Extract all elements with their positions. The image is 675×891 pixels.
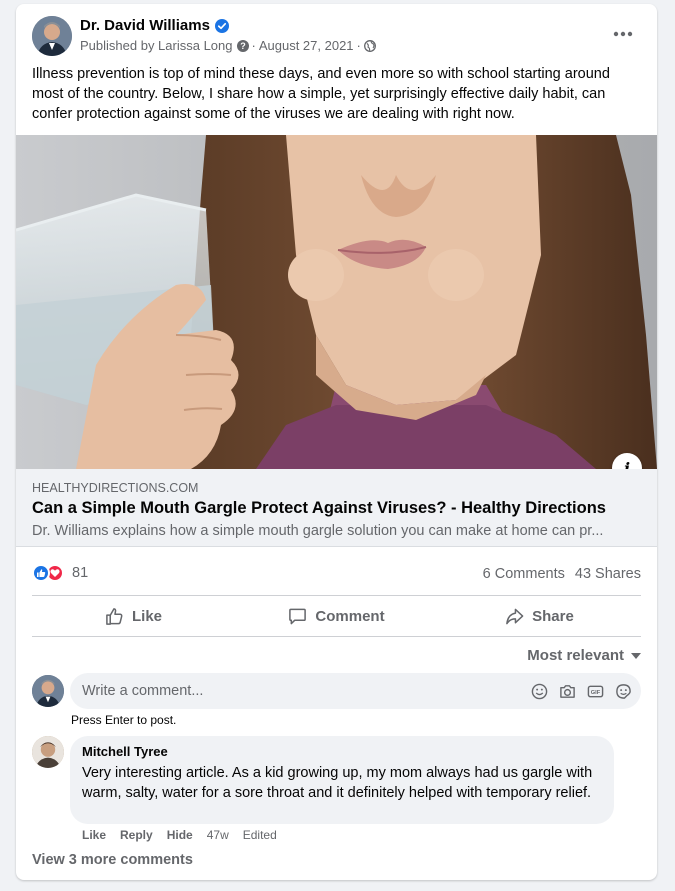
author-name[interactable]: Dr. David Williams: [80, 17, 229, 34]
user-avatar[interactable]: [32, 675, 64, 707]
share-button[interactable]: Share: [438, 596, 641, 636]
comment-text: Very interesting article. As a kid growi…: [82, 765, 593, 801]
share-count[interactable]: 43 Shares: [575, 566, 641, 582]
comment-like-link[interactable]: Like: [82, 828, 106, 842]
share-icon: [506, 608, 524, 624]
privacy-globe-icon[interactable]: [363, 39, 376, 52]
comment-sort-dropdown[interactable]: Most relevant: [527, 647, 641, 664]
engagement-counts: 6 Comments 43 Shares: [483, 566, 641, 582]
camera-icon[interactable]: [557, 681, 577, 701]
thumbs-up-icon: [106, 607, 123, 625]
author-avatar[interactable]: [32, 16, 72, 56]
link-domain: HEALTHYDIRECTIONS.COM: [32, 481, 199, 495]
help-icon[interactable]: ?: [236, 39, 249, 52]
meta-separator: ·: [251, 38, 256, 53]
comment-hide-link[interactable]: Hide: [167, 828, 193, 842]
link-preview[interactable]: HEALTHYDIRECTIONS.COM Can a Simple Mouth…: [16, 469, 657, 547]
like-label: Like: [131, 607, 162, 625]
commenter-name[interactable]: Mitchell Tyree: [82, 744, 602, 759]
svg-text:GIF: GIF: [590, 689, 600, 695]
comment-actions: Like Reply Hide 47w Edited: [82, 828, 291, 842]
verified-badge-icon: [214, 18, 229, 33]
link-description: Dr. Williams explains how a simple mouth…: [32, 523, 604, 539]
post-meta: Published by Larissa Long ? · August 27,…: [80, 38, 376, 53]
emoji-icon[interactable]: [529, 681, 549, 701]
meta-separator: ·: [356, 38, 361, 53]
comment-bubble: Mitchell Tyree Very interesting article.…: [70, 736, 614, 824]
share-label: Share: [532, 607, 574, 625]
published-by: Published by Larissa Long: [80, 38, 233, 53]
post-text: Illness prevention is top of mind these …: [32, 66, 610, 122]
composer-tools: GIF: [521, 681, 633, 701]
view-more-comments-link[interactable]: View 3 more comments: [32, 852, 193, 868]
gif-icon[interactable]: GIF: [585, 681, 605, 701]
commenter-avatar[interactable]: [32, 736, 64, 768]
post-header: Dr. David Williams Published by Larissa …: [32, 16, 641, 58]
more-options-icon[interactable]: [605, 22, 641, 46]
comment-input[interactable]: Write a comment... GIF: [70, 673, 641, 709]
comment-icon: [289, 608, 307, 624]
reactions-summary[interactable]: 81: [32, 564, 88, 582]
link-preview-image[interactable]: [16, 135, 657, 469]
chevron-down-icon: [631, 652, 641, 659]
author-name-text[interactable]: Dr. David Williams: [80, 17, 210, 34]
post-card: Dr. David Williams Published by Larissa …: [16, 4, 657, 880]
link-title[interactable]: Can a Simple Mouth Gargle Protect Agains…: [32, 499, 606, 518]
post-stats: 81 6 Comments 43 Shares: [32, 562, 641, 586]
like-button[interactable]: Like: [32, 596, 235, 636]
sticker-icon[interactable]: [613, 681, 633, 701]
svg-text:?: ?: [240, 41, 246, 51]
comment-button[interactable]: Comment: [235, 596, 438, 636]
comment-age[interactable]: 47w: [207, 828, 229, 842]
post-date[interactable]: August 27, 2021: [259, 38, 354, 53]
comment-reply-link[interactable]: Reply: [120, 828, 153, 842]
comment-label: Comment: [315, 607, 385, 625]
reaction-count[interactable]: 81: [72, 565, 88, 581]
post-hint: Press Enter to post.: [71, 713, 177, 727]
like-reaction-icon: [32, 564, 50, 582]
action-bar: Like Comment Share: [32, 595, 641, 637]
comment-placeholder: Write a comment...: [82, 683, 204, 699]
sort-label: Most relevant: [527, 647, 624, 664]
comment-count[interactable]: 6 Comments: [483, 566, 565, 582]
comment-edited[interactable]: Edited: [243, 828, 277, 842]
